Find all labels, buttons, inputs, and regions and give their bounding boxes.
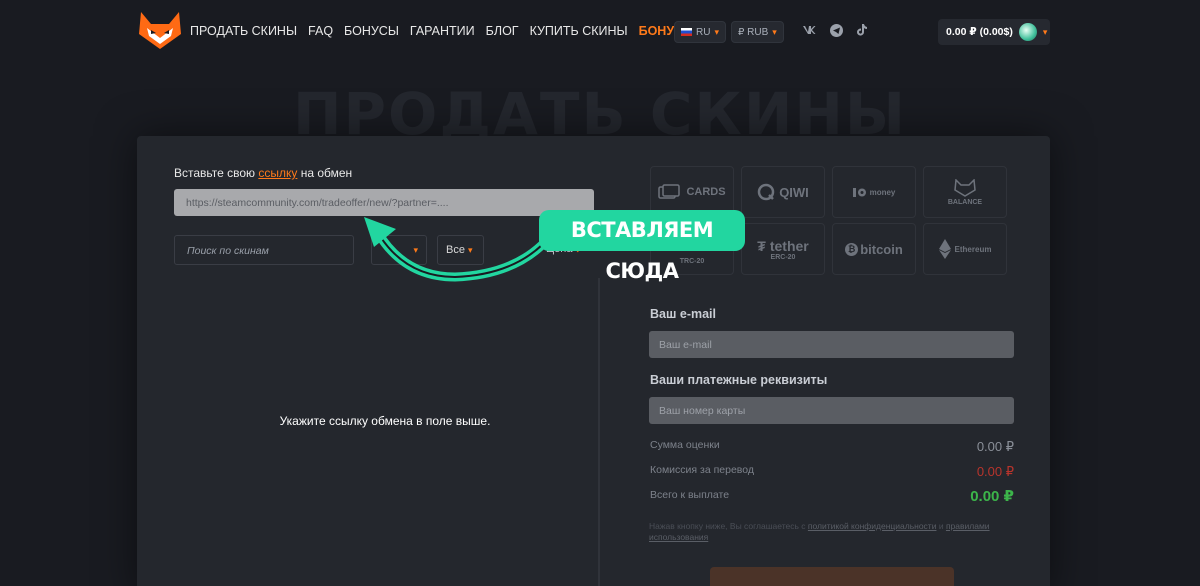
terms-notice: Нажав кнопку ниже, Вы соглашаетесь с пол… xyxy=(649,521,1014,543)
main-nav: ПРОДАТЬ СКИНЫ FAQ БОНУСЫ ГАРАНТИИ БЛОГ К… xyxy=(190,24,712,38)
annotation-arrow-icon xyxy=(364,217,547,282)
trade-link-input[interactable]: https://steamcommunity.com/tradeoffer/ne… xyxy=(174,189,594,216)
russia-flag-icon xyxy=(681,28,692,36)
privacy-policy-link[interactable]: политикой конфиденциальности xyxy=(808,521,937,531)
language-value: RU xyxy=(696,26,711,38)
payment-label: bitcoin xyxy=(860,241,903,257)
payment-tether-erc20[interactable]: ₮ tether ERC-20 xyxy=(741,223,825,275)
ethereum-icon xyxy=(938,239,951,259)
yoomoney-icon xyxy=(852,187,866,197)
currency-select[interactable]: ₽ RUB ▾ xyxy=(731,21,784,43)
chevron-down-icon: ▾ xyxy=(772,26,777,37)
telegram-icon[interactable] xyxy=(830,24,843,37)
payment-ethereum[interactable]: Ethereum xyxy=(923,223,1007,275)
avatar[interactable] xyxy=(1018,23,1037,41)
language-select[interactable]: RU ▾ xyxy=(674,21,726,43)
chevron-down-icon: ▾ xyxy=(714,26,719,37)
sell-submit-button[interactable] xyxy=(710,567,954,586)
tiktok-icon[interactable] xyxy=(857,23,868,36)
skin-search-input[interactable]: Поиск по скинам xyxy=(174,235,354,265)
terms-text: Нажав кнопку ниже, Вы соглашаетесь с xyxy=(649,521,806,531)
cards-icon xyxy=(658,184,681,199)
column-divider xyxy=(598,278,600,586)
annotation-callout: ВСТАВЛЯЕМ СЮДА xyxy=(539,210,745,283)
nav-guarantees[interactable]: ГАРАНТИИ xyxy=(410,24,475,38)
nav-faq[interactable]: FAQ xyxy=(308,24,333,38)
sum-label: Сумма оценки xyxy=(650,439,720,451)
nav-buy-skins[interactable]: КУПИТЬ СКИНЫ xyxy=(530,24,628,38)
commission-value: 0.00 ₽ xyxy=(976,464,1014,479)
payment-balance[interactable]: BALANCE xyxy=(923,166,1007,218)
email-field[interactable]: Ваш e-mail xyxy=(649,331,1014,358)
bitcoin-icon: ₿ xyxy=(845,242,859,256)
payment-label: TRC-20 xyxy=(679,257,705,265)
vk-icon[interactable] xyxy=(802,25,816,35)
card-number-field[interactable]: Ваш номер карты xyxy=(649,397,1014,424)
currency-value: ₽ RUB xyxy=(738,26,769,38)
trade-link-label-text: на обмен xyxy=(300,166,353,180)
empty-inventory-message: Укажите ссылку обмена в поле выше. xyxy=(279,414,491,428)
nav-sell-skins[interactable]: ПРОДАТЬ СКИНЫ xyxy=(190,24,297,38)
nav-blog[interactable]: БЛОГ xyxy=(486,24,519,38)
fox-logo-icon[interactable] xyxy=(137,10,183,50)
qiwi-icon xyxy=(757,183,775,201)
fox-balance-icon xyxy=(954,178,976,197)
payment-sublabel: ERC-20 xyxy=(770,253,796,261)
email-label: Ваш e-mail xyxy=(650,307,716,321)
requisites-label: Ваши платежные реквизиты xyxy=(650,373,828,387)
payment-label: BALANCE xyxy=(947,198,983,206)
trade-link-help-link[interactable]: ссылку xyxy=(258,166,297,180)
header: ПРОДАТЬ СКИНЫ FAQ БОНУСЫ ГАРАНТИИ БЛОГ К… xyxy=(0,0,1200,64)
payment-bitcoin[interactable]: ₿ bitcoin xyxy=(832,223,916,275)
trade-link-label: Вставьте свою ссылку на обмен xyxy=(174,166,352,180)
balance-value: 0.00 ₽ (0.00$) xyxy=(946,26,1013,38)
total-label: Всего к выплате xyxy=(650,489,730,501)
nav-bonuses[interactable]: БОНУСЫ xyxy=(344,24,399,38)
payment-yoomoney[interactable]: money xyxy=(832,166,916,218)
payment-label: CARDS xyxy=(686,186,726,198)
trade-link-label-text: Вставьте свою xyxy=(174,166,256,180)
balance-widget[interactable]: 0.00 ₽ (0.00$) ▾ xyxy=(938,19,1050,45)
total-value: 0.00 ₽ xyxy=(970,488,1014,505)
sum-value: 0.00 ₽ xyxy=(976,439,1014,454)
payment-label: Ethereum xyxy=(954,244,992,254)
payment-label: tether xyxy=(769,237,809,254)
payment-label: money xyxy=(869,187,896,197)
chevron-down-icon: ▾ xyxy=(1042,26,1048,37)
terms-text: и xyxy=(938,521,944,531)
commission-label: Комиссия за перевод xyxy=(650,464,754,476)
payment-label: QIWI xyxy=(779,184,809,200)
payment-qiwi[interactable]: QIWI xyxy=(741,166,825,218)
tether-icon: ₮ xyxy=(757,237,766,254)
